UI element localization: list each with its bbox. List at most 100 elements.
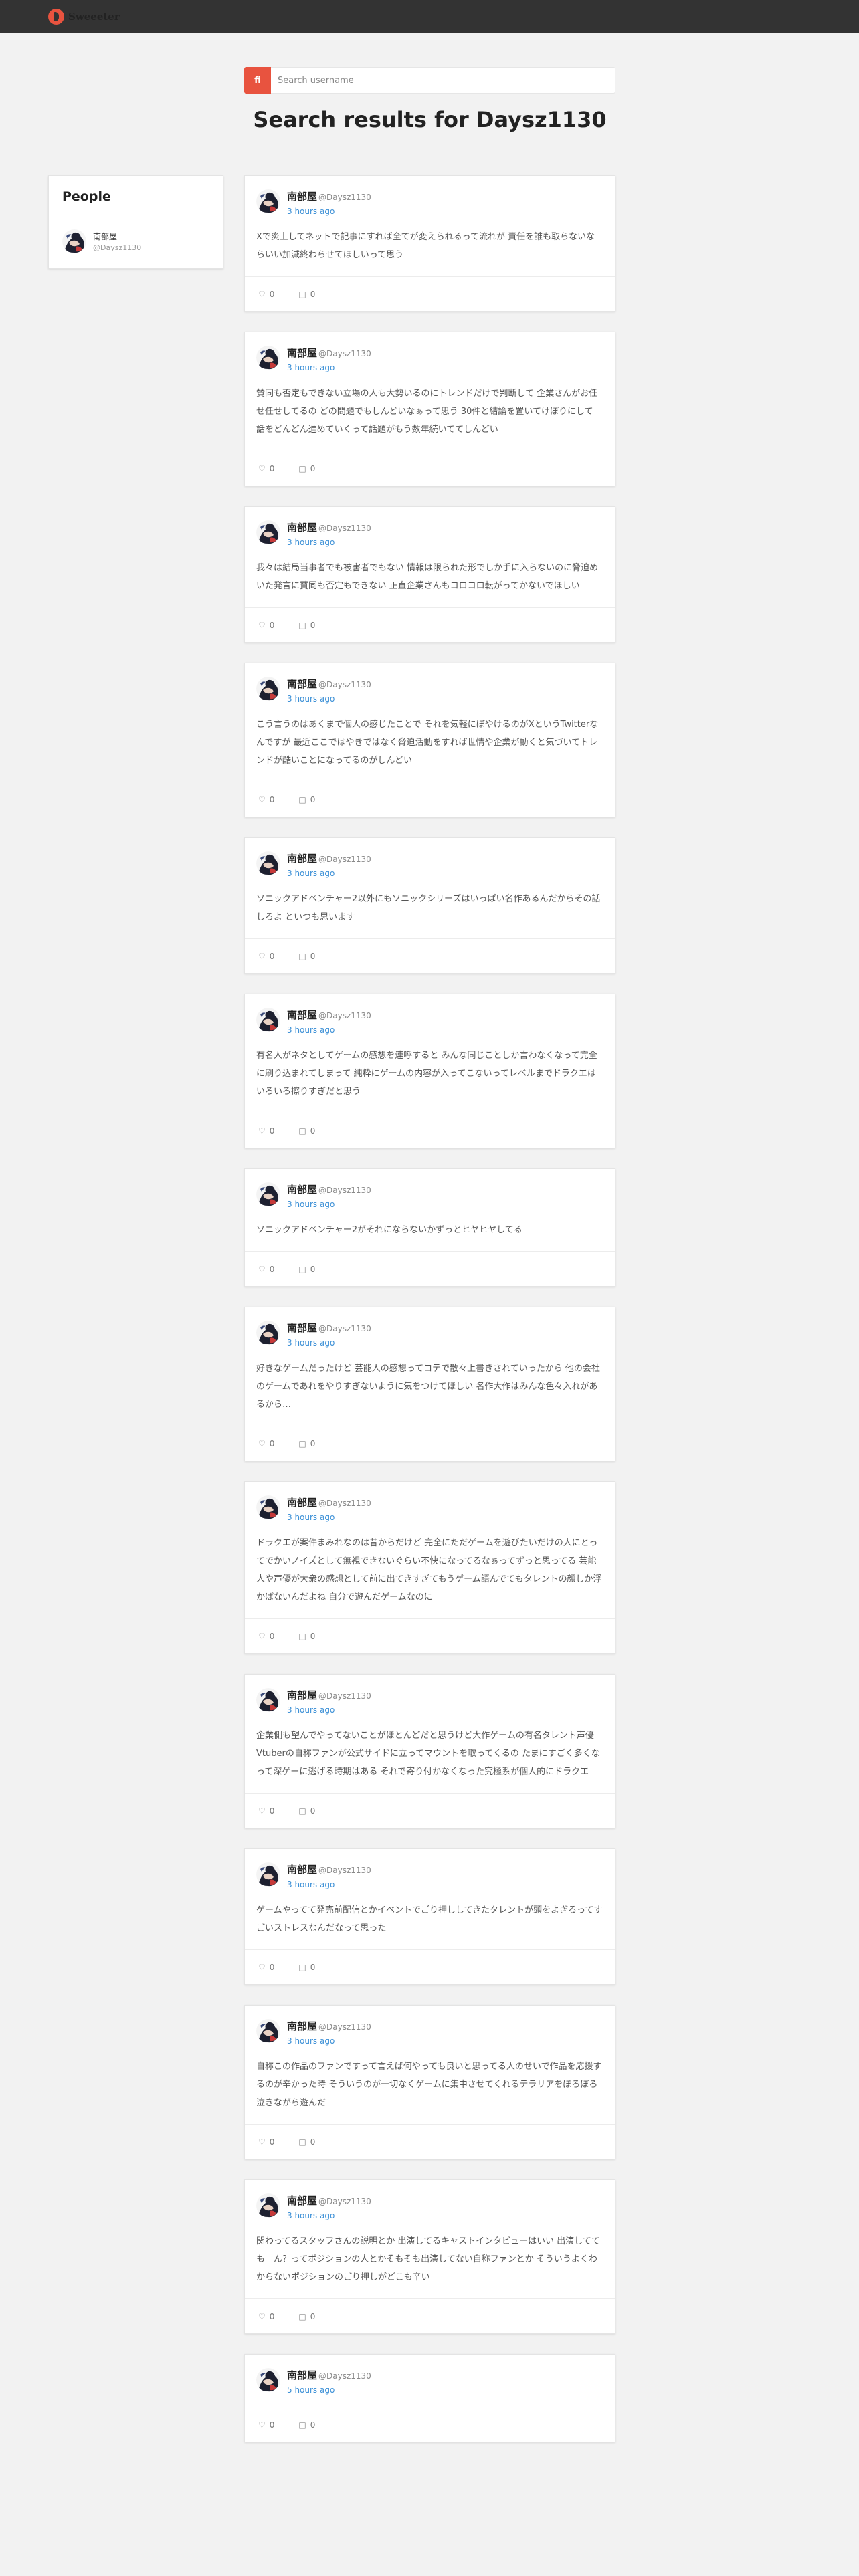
post-author-name[interactable]: 南部屋 (287, 1864, 317, 1876)
avatar[interactable] (256, 2368, 280, 2392)
post-author-handle: @Daysz1130 (318, 524, 371, 533)
post-author-name[interactable]: 南部屋 (287, 2195, 317, 2207)
heart-icon: ♡ (258, 951, 266, 961)
post-time-link[interactable]: 3 hours ago (287, 363, 371, 372)
comment-count: 0 (310, 1264, 316, 1274)
post-author-name[interactable]: 南部屋 (287, 1689, 317, 1701)
comment-button[interactable]: □ 0 (298, 1963, 315, 1972)
comment-button[interactable]: □ 0 (298, 1126, 315, 1136)
post-author-name[interactable]: 南部屋 (287, 1009, 317, 1021)
post-author-name[interactable]: 南部屋 (287, 678, 317, 690)
comment-count: 0 (310, 289, 316, 299)
post-time-link[interactable]: 3 hours ago (287, 1705, 371, 1715)
avatar[interactable] (256, 1688, 280, 1712)
like-button[interactable]: ♡ 0 (258, 1265, 274, 1274)
comment-button[interactable]: □ 0 (298, 290, 315, 299)
comment-button[interactable]: □ 0 (298, 952, 315, 961)
post-time-link[interactable]: 3 hours ago (287, 1025, 371, 1035)
post-actions: ♡ 0 □ 0 (245, 1113, 615, 1148)
post-author-name[interactable]: 南部屋 (287, 1497, 317, 1509)
post-actions: ♡ 0 □ 0 (245, 2407, 615, 2442)
avatar[interactable] (256, 1495, 280, 1519)
comment-icon: □ (298, 1631, 306, 1641)
post-card: 南部屋 @Daysz1130 3 hours ago ソニックアドベンチャー2がそ… (244, 1168, 615, 1287)
post-time-link[interactable]: 3 hours ago (287, 1338, 371, 1348)
top-navbar: Sweeeter (0, 0, 859, 33)
post-card: 南部屋 @Daysz1130 3 hours ago 企業側も望んでやってないこと… (244, 1674, 615, 1828)
people-item[interactable]: 南部屋 @Daysz1130 (49, 217, 223, 265)
avatar[interactable] (256, 520, 280, 544)
comment-button[interactable]: □ 0 (298, 2420, 315, 2430)
post-text: 賛同も否定もできない立場の人も大勢いるのにトレンドだけで判断して 企業さんがお任… (256, 389, 598, 435)
post-time-link[interactable]: 3 hours ago (287, 1200, 371, 1209)
comment-button[interactable]: □ 0 (298, 464, 315, 473)
avatar[interactable] (256, 2193, 280, 2218)
avatar[interactable] (256, 1182, 280, 1206)
post-time-link[interactable]: 3 hours ago (287, 869, 371, 878)
post-time-link[interactable]: 3 hours ago (287, 207, 371, 216)
search-input[interactable] (271, 67, 615, 94)
heart-icon: ♡ (258, 1962, 266, 1972)
like-button[interactable]: ♡ 0 (258, 2137, 274, 2147)
app-logo[interactable]: Sweeeter (48, 9, 120, 25)
heart-icon: ♡ (258, 2420, 266, 2430)
like-button[interactable]: ♡ 0 (258, 1439, 274, 1448)
post-text: 自称この作品のファンですって言えば何やっても良いと思ってる人のせいで作品を応援す… (256, 2062, 602, 2108)
post-author-name[interactable]: 南部屋 (287, 1184, 317, 1196)
comment-button[interactable]: □ 0 (298, 1632, 315, 1641)
like-button[interactable]: ♡ 0 (258, 1963, 274, 1972)
like-button[interactable]: ♡ 0 (258, 1632, 274, 1641)
post-actions: ♡ 0 □ 0 (245, 451, 615, 486)
post-time-link[interactable]: 5 hours ago (287, 2385, 371, 2395)
comment-icon: □ (298, 2137, 306, 2147)
like-button[interactable]: ♡ 0 (258, 795, 274, 804)
post-time-link[interactable]: 3 hours ago (287, 1880, 371, 1889)
avatar[interactable] (256, 1008, 280, 1032)
avatar[interactable] (256, 851, 280, 875)
post-time-link[interactable]: 3 hours ago (287, 1513, 371, 1522)
post-time-link[interactable]: 3 hours ago (287, 538, 371, 547)
comment-button[interactable]: □ 0 (298, 2137, 315, 2147)
post-time-link[interactable]: 3 hours ago (287, 2211, 371, 2220)
search-button[interactable]: fi (244, 67, 271, 94)
post-author-name[interactable]: 南部屋 (287, 2020, 317, 2032)
post-author-name[interactable]: 南部屋 (287, 191, 317, 203)
avatar[interactable] (256, 2019, 280, 2043)
comment-button[interactable]: □ 0 (298, 1806, 315, 1816)
comment-button[interactable]: □ 0 (298, 621, 315, 630)
comment-button[interactable]: □ 0 (298, 1439, 315, 1448)
heart-icon: ♡ (258, 620, 266, 630)
post-author-name[interactable]: 南部屋 (287, 2369, 317, 2381)
like-button[interactable]: ♡ 0 (258, 1806, 274, 1816)
post-time-link[interactable]: 3 hours ago (287, 694, 371, 704)
comment-button[interactable]: □ 0 (298, 1265, 315, 1274)
comment-icon: □ (298, 951, 306, 961)
like-button[interactable]: ♡ 0 (258, 290, 274, 299)
like-count: 0 (269, 2420, 275, 2430)
people-panel: People 南部屋 @Daysz1130 (48, 175, 223, 269)
page-title: Search results for Daysz1130 (253, 107, 607, 132)
avatar[interactable] (256, 189, 280, 213)
post-text: 関わってるスタッフさんの説明とか 出演してるキャストインタビューはいい 出演して… (256, 2236, 600, 2282)
like-count: 0 (269, 794, 275, 804)
avatar[interactable] (256, 1862, 280, 1887)
avatar[interactable] (256, 346, 280, 370)
like-button[interactable]: ♡ 0 (258, 1126, 274, 1136)
avatar[interactable] (256, 1321, 280, 1345)
avatar[interactable] (256, 677, 280, 701)
post-author-name[interactable]: 南部屋 (287, 347, 317, 359)
post-time-link[interactable]: 3 hours ago (287, 2036, 371, 2046)
like-count: 0 (269, 1631, 275, 1641)
post-author-name[interactable]: 南部屋 (287, 522, 317, 534)
like-button[interactable]: ♡ 0 (258, 464, 274, 473)
like-button[interactable]: ♡ 0 (258, 952, 274, 961)
post-author-name[interactable]: 南部屋 (287, 853, 317, 865)
post-author-name[interactable]: 南部屋 (287, 1322, 317, 1334)
like-button[interactable]: ♡ 0 (258, 621, 274, 630)
comment-button[interactable]: □ 0 (298, 2312, 315, 2321)
like-button[interactable]: ♡ 0 (258, 2312, 274, 2321)
search-bar: fi (244, 67, 615, 94)
like-button[interactable]: ♡ 0 (258, 2420, 274, 2430)
comment-button[interactable]: □ 0 (298, 795, 315, 804)
like-count: 0 (269, 1264, 275, 1274)
